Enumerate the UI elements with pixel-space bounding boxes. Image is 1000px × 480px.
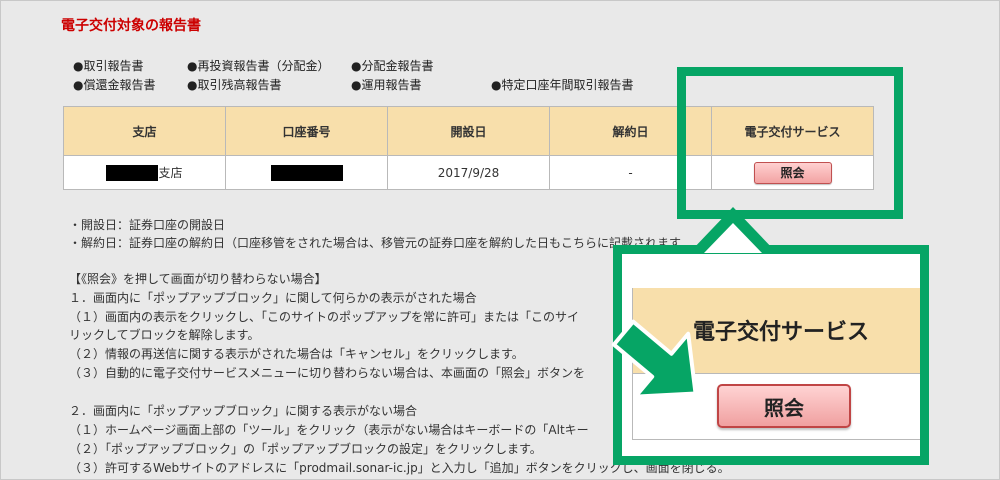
report-link-balance[interactable]: ●取引残高報告書 <box>187 76 281 93</box>
report-link-management[interactable]: ●運用報告書 <box>351 76 421 93</box>
column-header-account-number: 口座番号 <box>225 106 388 156</box>
callout-inquiry-button[interactable]: 照会 <box>717 384 851 428</box>
note-section1-title: １．画面内に「ポップアップブロック」に関して何らかの表示がされた場合 <box>69 291 477 305</box>
note-close-date: ・解約日：証券口座の解約日（口座移管をされた場合は、移管元の証券口座を解約した日… <box>69 236 682 250</box>
redacted-block <box>106 165 159 182</box>
report-link-trade[interactable]: ●取引報告書 <box>73 57 143 74</box>
callout-header-label: 電子交付サービス <box>693 320 870 345</box>
cell-branch: 支店 <box>63 155 226 190</box>
report-link-redemption[interactable]: ●償還金報告書 <box>73 76 155 93</box>
note-section2-item2: （２）「ポップアップブロック」の「ポップアップブロックの設定」をクリックします。 <box>69 442 542 456</box>
cell-account-number <box>225 155 388 190</box>
column-header-open-date: 開設日 <box>387 106 550 156</box>
highlight-box <box>677 67 903 219</box>
note-open-date: ・開設日：証券口座の開設日 <box>69 218 226 232</box>
note-section2-item1: （１）ホームページ画面上部の「ツール」をクリック（表示がない場合はキーボードの「… <box>69 423 589 437</box>
page-frame: 電子交付対象の報告書 ●取引報告書 ●再投資報告書（分配金） ●分配金報告書 ●… <box>0 0 1000 480</box>
callout-pointer-fill <box>704 223 762 253</box>
branch-suffix: 支店 <box>158 165 183 180</box>
report-link-distribution[interactable]: ●分配金報告書 <box>351 57 433 74</box>
note-section1-item2: （２）情報の再送信に関する表示がされた場合は「キャンセル」をクリックします。 <box>69 347 524 361</box>
note-heading: 【《照会》を押して画面が切り替わらない場合】 <box>69 272 327 286</box>
report-link-reinvestment[interactable]: ●再投資報告書（分配金） <box>187 57 329 74</box>
note-section1-item1b: リックしてブロックを解除します。 <box>69 328 260 342</box>
note-section1-item1a: （１）画面内の表示をクリックし、「このサイトのポップアップを常に許可」または「こ… <box>69 310 580 324</box>
note-section2-title: ２．画面内に「ポップアップブロック」に関する表示がない場合 <box>69 404 418 418</box>
report-link-annual[interactable]: ●特定口座年間取引報告書 <box>491 76 633 93</box>
note-section1-item3: （３）自動的に電子交付サービスメニューに切り替わらない場合は、本画面の「照会」ボ… <box>69 366 586 380</box>
cell-open-date: 2017/9/28 <box>387 155 550 190</box>
arrow-icon <box>611 319 698 399</box>
redacted-block <box>270 164 343 181</box>
page-title: 電子交付対象の報告書 <box>61 18 201 34</box>
column-header-branch: 支店 <box>63 106 226 156</box>
